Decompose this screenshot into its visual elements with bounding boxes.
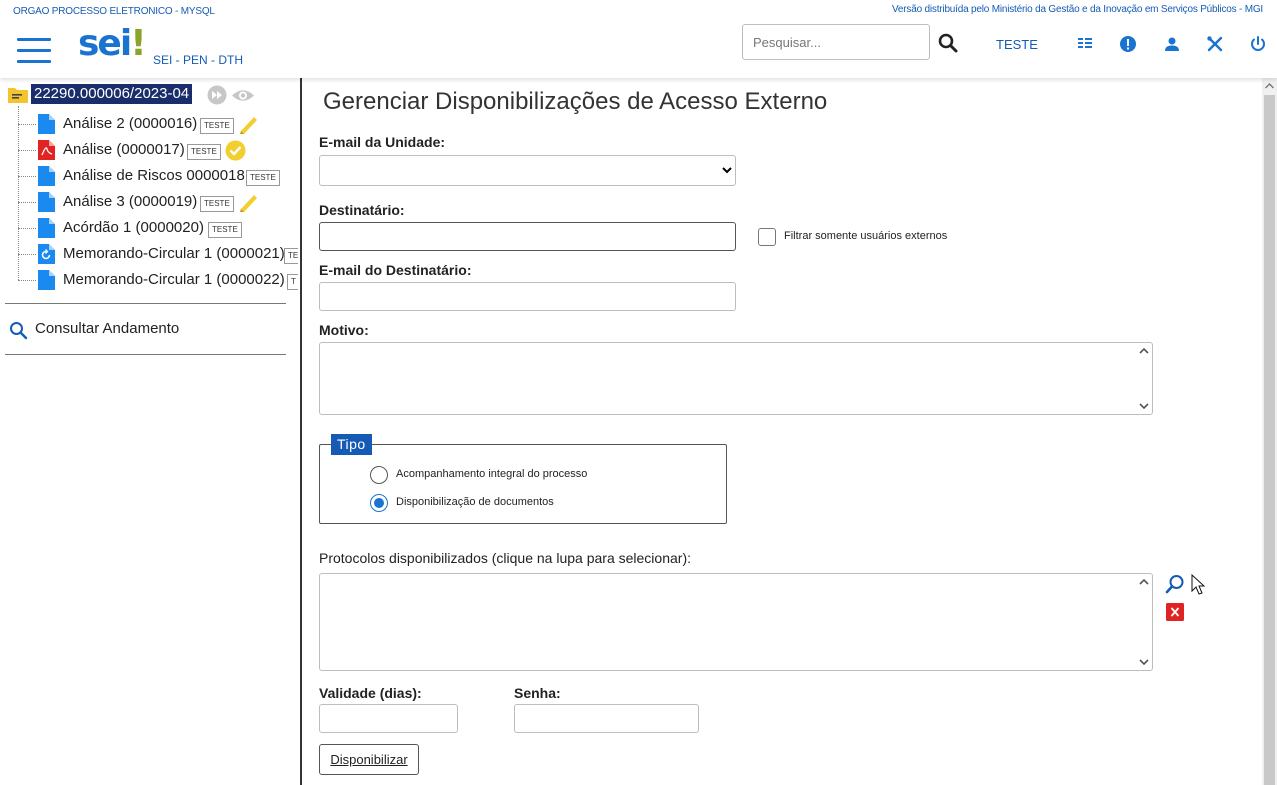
- email-unit-select[interactable]: [319, 155, 736, 186]
- filter-external-label: Filtrar somente usuários externos: [784, 230, 948, 242]
- validity-label: Validade (dias):: [319, 685, 422, 701]
- tree-item-label: Análise de Riscos 0000018: [63, 167, 245, 184]
- protocols-label: Protocolos disponibilizados (clique na l…: [319, 550, 691, 566]
- remove-icon[interactable]: [1166, 603, 1184, 621]
- protocols-scrollbar[interactable]: [1137, 576, 1151, 669]
- grid-icon[interactable]: [1076, 35, 1094, 53]
- type-legend: Tipo: [331, 434, 372, 455]
- org-name: ORGAO PROCESSO ELETRONICO - MYSQL: [13, 6, 215, 17]
- tree-connector: [18, 124, 36, 125]
- tree-item-document[interactable]: Memorando-Circular 1 (0000022) T: [38, 270, 298, 290]
- tree-connector: [18, 254, 36, 255]
- folder-icon[interactable]: [8, 86, 28, 103]
- radio-documents-label: Disponibilização de documentos: [396, 496, 554, 508]
- search-icon[interactable]: [938, 33, 958, 53]
- page-title: Gerenciar Disponibilizações de Acesso Ex…: [323, 88, 828, 115]
- unit-badge: TESTE: [200, 196, 234, 212]
- scroll-up-arrow-icon[interactable]: [1264, 80, 1275, 92]
- tree-item-document[interactable]: Análise 2 (0000016) TESTE: [38, 114, 268, 134]
- reason-label: Motivo:: [319, 322, 369, 338]
- radio-documents[interactable]: [370, 494, 388, 512]
- distribution-note: Versão distribuída pelo Ministério da Ge…: [892, 4, 1263, 15]
- user-icon[interactable]: [1163, 35, 1181, 53]
- main-scrollbar-thumb[interactable]: [1264, 95, 1275, 785]
- pen-icon: [240, 117, 257, 134]
- unit-badge: TESTE: [246, 170, 280, 186]
- pen-icon: [240, 195, 257, 212]
- sei-logo[interactable]: sei!: [78, 23, 147, 64]
- unit-selector[interactable]: TESTE: [996, 37, 1038, 52]
- panel-divider[interactable]: [300, 78, 302, 785]
- tree-connector: [18, 280, 36, 281]
- document-icon: [38, 218, 55, 238]
- submit-button[interactable]: Disponibilizar: [319, 744, 419, 775]
- tree-item-document[interactable]: Memorando-Circular 1 (0000021) TE: [38, 244, 298, 264]
- recipient-input[interactable]: [319, 222, 736, 251]
- search-icon[interactable]: [9, 321, 28, 340]
- tree-connector: [18, 176, 36, 177]
- submit-button-label: Disponibilizar: [330, 752, 408, 767]
- logo-mark: !: [130, 23, 146, 64]
- textarea-scrollbar[interactable]: [1137, 345, 1151, 413]
- document-icon: [38, 166, 55, 186]
- logo-text: sei: [78, 23, 132, 64]
- tree-item-label: Análise 3 (0000019): [63, 193, 198, 210]
- left-divider: [5, 354, 286, 355]
- tree-item-label: Análise 2 (0000016): [63, 115, 198, 132]
- type-fieldset: [319, 444, 727, 524]
- unit-badge: TE: [284, 248, 298, 264]
- left-divider: [5, 303, 286, 304]
- tree-connector: [18, 150, 36, 151]
- tree-item-label: Memorando-Circular 1 (0000022): [63, 271, 285, 288]
- recipient-label: Destinatário:: [319, 202, 405, 218]
- tree-connector: [18, 228, 36, 229]
- eye-icon[interactable]: [231, 88, 255, 103]
- unit-badge: TESTE: [200, 118, 234, 134]
- password-input[interactable]: [514, 704, 699, 733]
- recipient-email-input[interactable]: [319, 282, 736, 311]
- tree-item-label: Memorando-Circular 1 (0000021): [63, 245, 285, 262]
- power-icon[interactable]: [1249, 35, 1267, 53]
- document-icon: [38, 114, 55, 134]
- tools-icon[interactable]: [1206, 35, 1224, 53]
- unit-badge: TESTE: [208, 222, 242, 238]
- password-label: Senha:: [514, 685, 561, 701]
- consult-progress-link[interactable]: Consultar Andamento: [35, 320, 179, 337]
- unit-badge: T: [287, 274, 298, 290]
- tree-item-document[interactable]: Análise de Riscos 0000018 TESTE: [38, 166, 288, 186]
- protocols-list[interactable]: [319, 573, 1153, 671]
- menu-icon[interactable]: [17, 38, 51, 64]
- process-number[interactable]: 22290.000006/2023-04: [31, 84, 193, 104]
- pdf-icon: [38, 140, 55, 160]
- signed-seal-icon: [225, 140, 246, 161]
- tree-connector: [18, 202, 36, 203]
- unit-badge: TESTE: [187, 144, 221, 160]
- system-subtitle: SEI - PEN - DTH: [153, 53, 244, 67]
- tree-item-document[interactable]: Análise 3 (0000019) TESTE: [38, 192, 268, 212]
- document-icon: [38, 270, 55, 290]
- email-unit-label: E-mail da Unidade:: [319, 134, 446, 150]
- tree-item-label: Acórdão 1 (0000020): [63, 219, 204, 236]
- document-sync-icon: [38, 244, 55, 264]
- magnifier-select-icon[interactable]: [1165, 574, 1185, 594]
- recipient-email-label: E-mail do Destinatário:: [319, 262, 472, 278]
- forward-icon[interactable]: [207, 85, 227, 105]
- tree-item-label: Análise (0000017): [63, 141, 185, 158]
- radio-full-process-label: Acompanhamento integral do processo: [396, 468, 588, 480]
- mouse-cursor-icon: [1191, 574, 1206, 595]
- document-icon: [38, 192, 55, 212]
- top-bar: ORGAO PROCESSO ELETRONICO - MYSQL Versão…: [0, 0, 1277, 78]
- radio-full-process[interactable]: [370, 466, 388, 484]
- search-input[interactable]: [742, 24, 930, 60]
- info-icon[interactable]: [1119, 35, 1137, 53]
- filter-external-checkbox[interactable]: [758, 228, 776, 246]
- tree-item-document[interactable]: Análise (0000017) TESTE: [38, 140, 268, 161]
- validity-input[interactable]: [319, 704, 458, 733]
- reason-textarea[interactable]: [319, 342, 1153, 415]
- tree-item-document[interactable]: Acórdão 1 (0000020) TESTE: [38, 218, 258, 238]
